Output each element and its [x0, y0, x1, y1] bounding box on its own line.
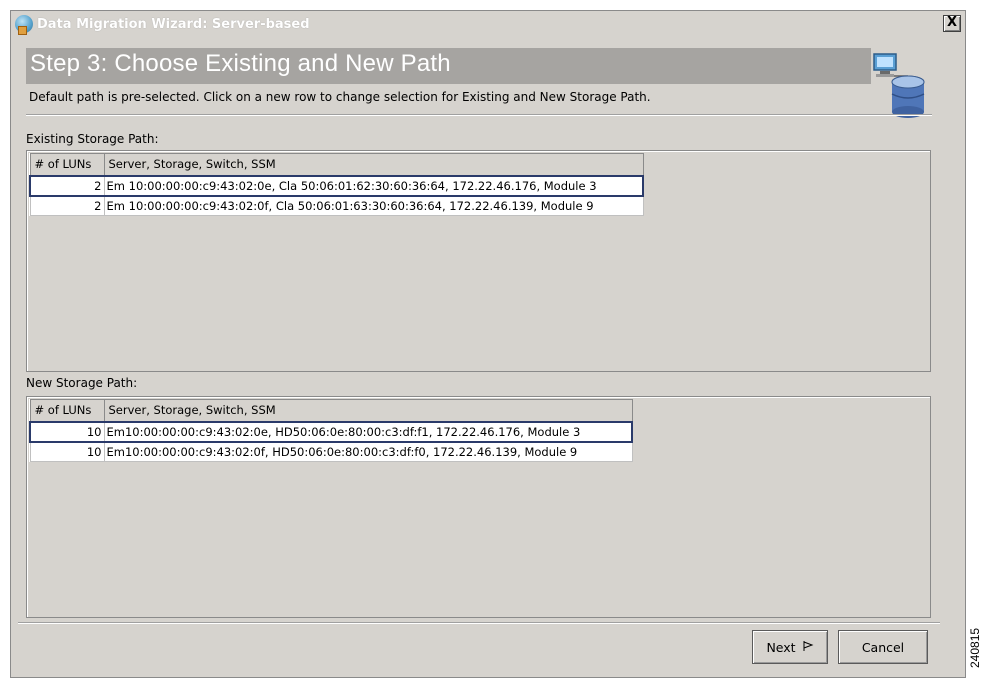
footer-divider [18, 622, 940, 624]
luns-cell[interactable]: 2 [29, 195, 105, 216]
path-cell[interactable]: Em10:00:00:00:c9:43:02:0e, HD50:06:0e:80… [103, 420, 633, 443]
path-cell[interactable]: Em 10:00:00:00:c9:43:02:0f, Cla 50:06:01… [103, 195, 644, 216]
window-title: Data Migration Wizard: Server-based [37, 16, 310, 32]
new-storage-panel: # of LUNs Server, Storage, Switch, SSM 1… [26, 396, 931, 618]
table-header-row: # of LUNs Server, Storage, Switch, SSM [29, 399, 633, 422]
existing-table-row[interactable]: 2 Em 10:00:00:00:c9:43:02:0f, Cla 50:06:… [29, 195, 644, 216]
new-storage-label: New Storage Path: [26, 376, 138, 390]
luns-cell[interactable]: 2 [29, 174, 105, 197]
step-banner: Step 3: Choose Existing and New Path [26, 48, 871, 84]
column-header-path[interactable]: Server, Storage, Switch, SSM [103, 153, 644, 176]
luns-cell[interactable]: 10 [29, 441, 105, 462]
existing-storage-panel: # of LUNs Server, Storage, Switch, SSM 2… [26, 150, 931, 372]
title-bar: Data Migration Wizard: Server-based X [11, 11, 965, 37]
close-button[interactable]: X [943, 15, 961, 32]
server-database-icon [873, 53, 925, 118]
cancel-button[interactable]: Cancel [838, 630, 928, 664]
new-table-row[interactable]: 10 Em10:00:00:00:c9:43:02:0f, HD50:06:0e… [29, 441, 633, 462]
column-header-luns[interactable]: # of LUNs [29, 399, 105, 422]
path-cell[interactable]: Em10:00:00:00:c9:43:02:0f, HD50:06:0e:80… [103, 441, 633, 462]
column-header-path[interactable]: Server, Storage, Switch, SSM [103, 399, 633, 422]
step-description: Default path is pre-selected. Click on a… [29, 90, 651, 104]
table-header-row: # of LUNs Server, Storage, Switch, SSM [29, 153, 644, 176]
existing-storage-label: Existing Storage Path: [26, 132, 159, 146]
step-title: Step 3: Choose Existing and New Path [30, 50, 451, 77]
app-globe-icon [15, 15, 33, 35]
header-divider [26, 114, 932, 116]
next-button-label: Next [766, 639, 796, 655]
luns-cell[interactable]: 10 [29, 420, 105, 443]
figure-id: 240815 [968, 627, 982, 668]
next-button[interactable]: Next [752, 630, 828, 664]
flag-icon [802, 640, 814, 655]
existing-table-row[interactable]: 2 Em 10:00:00:00:c9:43:02:0e, Cla 50:06:… [29, 174, 644, 197]
column-header-luns[interactable]: # of LUNs [29, 153, 105, 176]
existing-storage-table: # of LUNs Server, Storage, Switch, SSM 2… [29, 153, 644, 216]
new-table-row[interactable]: 10 Em10:00:00:00:c9:43:02:0e, HD50:06:0e… [29, 420, 633, 443]
new-storage-table: # of LUNs Server, Storage, Switch, SSM 1… [29, 399, 633, 462]
path-cell[interactable]: Em 10:00:00:00:c9:43:02:0e, Cla 50:06:01… [103, 174, 644, 197]
